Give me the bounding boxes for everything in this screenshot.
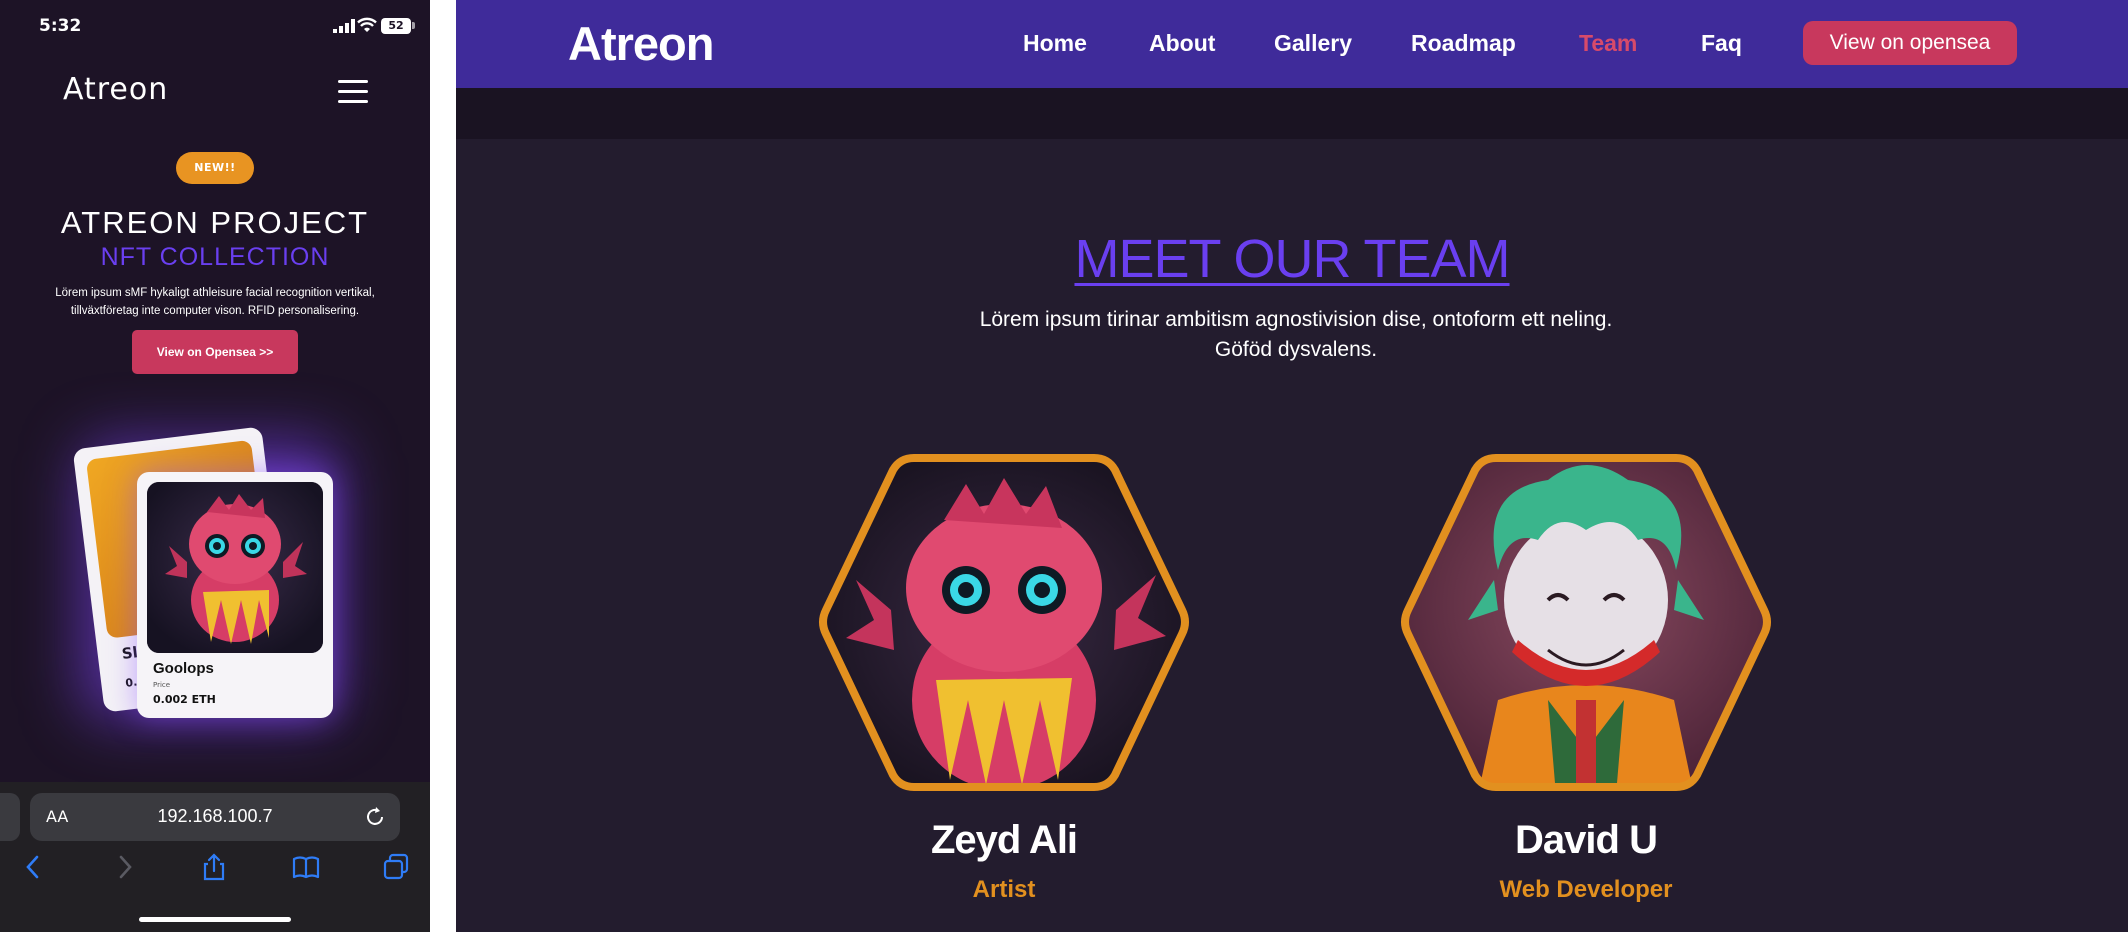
nav-faq[interactable]: Faq [1701, 30, 1742, 57]
new-badge: NEW!! [176, 152, 254, 184]
nft-card-price-label: Price [153, 681, 171, 689]
mobile-preview: 5:32 52 Atreon NEW!! ATREON PROJECT NFT … [0, 0, 430, 932]
desktop-preview: Atreon Home About Gallery Roadmap Team F… [456, 0, 2128, 932]
nav-home[interactable]: Home [1023, 30, 1087, 57]
nft-card-price: 0.002 ETH [153, 693, 216, 706]
team-member-card[interactable] [816, 450, 1192, 795]
share-icon[interactable] [199, 852, 229, 882]
address-bar[interactable]: AA 192.168.100.7 [30, 793, 400, 841]
joker-avatar-icon [1401, 454, 1771, 791]
bookmarks-icon[interactable] [291, 852, 321, 882]
team-member-role: Web Developer [1499, 876, 1673, 903]
signal-icon [333, 19, 355, 33]
goolops-monster-icon [147, 482, 323, 653]
desktop-brand-logo[interactable]: Atreon [568, 16, 714, 71]
back-icon[interactable] [18, 852, 48, 882]
url-text[interactable]: 192.168.100.7 [30, 806, 400, 827]
previous-tab-peek[interactable] [0, 793, 20, 841]
hamburger-menu-icon[interactable] [338, 80, 368, 104]
nft-card-front[interactable]: Goolops Price 0.002 ETH [137, 472, 333, 718]
forward-icon[interactable] [110, 852, 140, 882]
hero-description: Lörem ipsum sMF hykaligt athleisure faci… [55, 287, 375, 317]
battery-icon: 52 [381, 18, 411, 34]
team-section-description: Lörem ipsum tirinar ambitism agnostivisi… [979, 308, 1613, 361]
mobile-brand-logo[interactable]: Atreon [63, 72, 168, 107]
wifi-icon [357, 17, 377, 32]
nft-card-back-price: 0. [124, 675, 138, 690]
panel-divider [430, 0, 456, 932]
pink-monster-avatar-icon [819, 454, 1189, 791]
team-member-card[interactable] [1398, 450, 1774, 795]
nav-team[interactable]: Team [1579, 30, 1637, 57]
top-navbar: Atreon Home About Gallery Roadmap Team F… [456, 0, 2128, 88]
team-section-title[interactable]: MEET OUR TEAM [456, 228, 2128, 290]
home-indicator [139, 917, 291, 922]
section-divider-band [456, 88, 2128, 139]
view-on-opensea-nav-button[interactable]: View on opensea [1803, 21, 2017, 65]
view-on-opensea-button[interactable]: View on Opensea >> [132, 330, 298, 374]
nav-about[interactable]: About [1149, 30, 1215, 57]
battery-tip [412, 22, 415, 29]
reload-icon[interactable] [364, 806, 386, 828]
hero-title: ATREON PROJECT [60, 205, 370, 240]
tabs-icon[interactable] [381, 852, 411, 882]
team-member-name: Zeyd Ali [930, 818, 1078, 862]
status-bar: 5:32 52 [0, 0, 430, 56]
nav-roadmap[interactable]: Roadmap [1411, 30, 1516, 57]
nav-gallery[interactable]: Gallery [1274, 30, 1352, 57]
team-member-role: Artist [972, 876, 1036, 903]
hero-subtitle: NFT COLLECTION [100, 243, 330, 271]
status-time: 5:32 [39, 16, 82, 36]
team-member-name: David U [1515, 818, 1658, 862]
nft-card-name: Goolops [153, 660, 214, 677]
